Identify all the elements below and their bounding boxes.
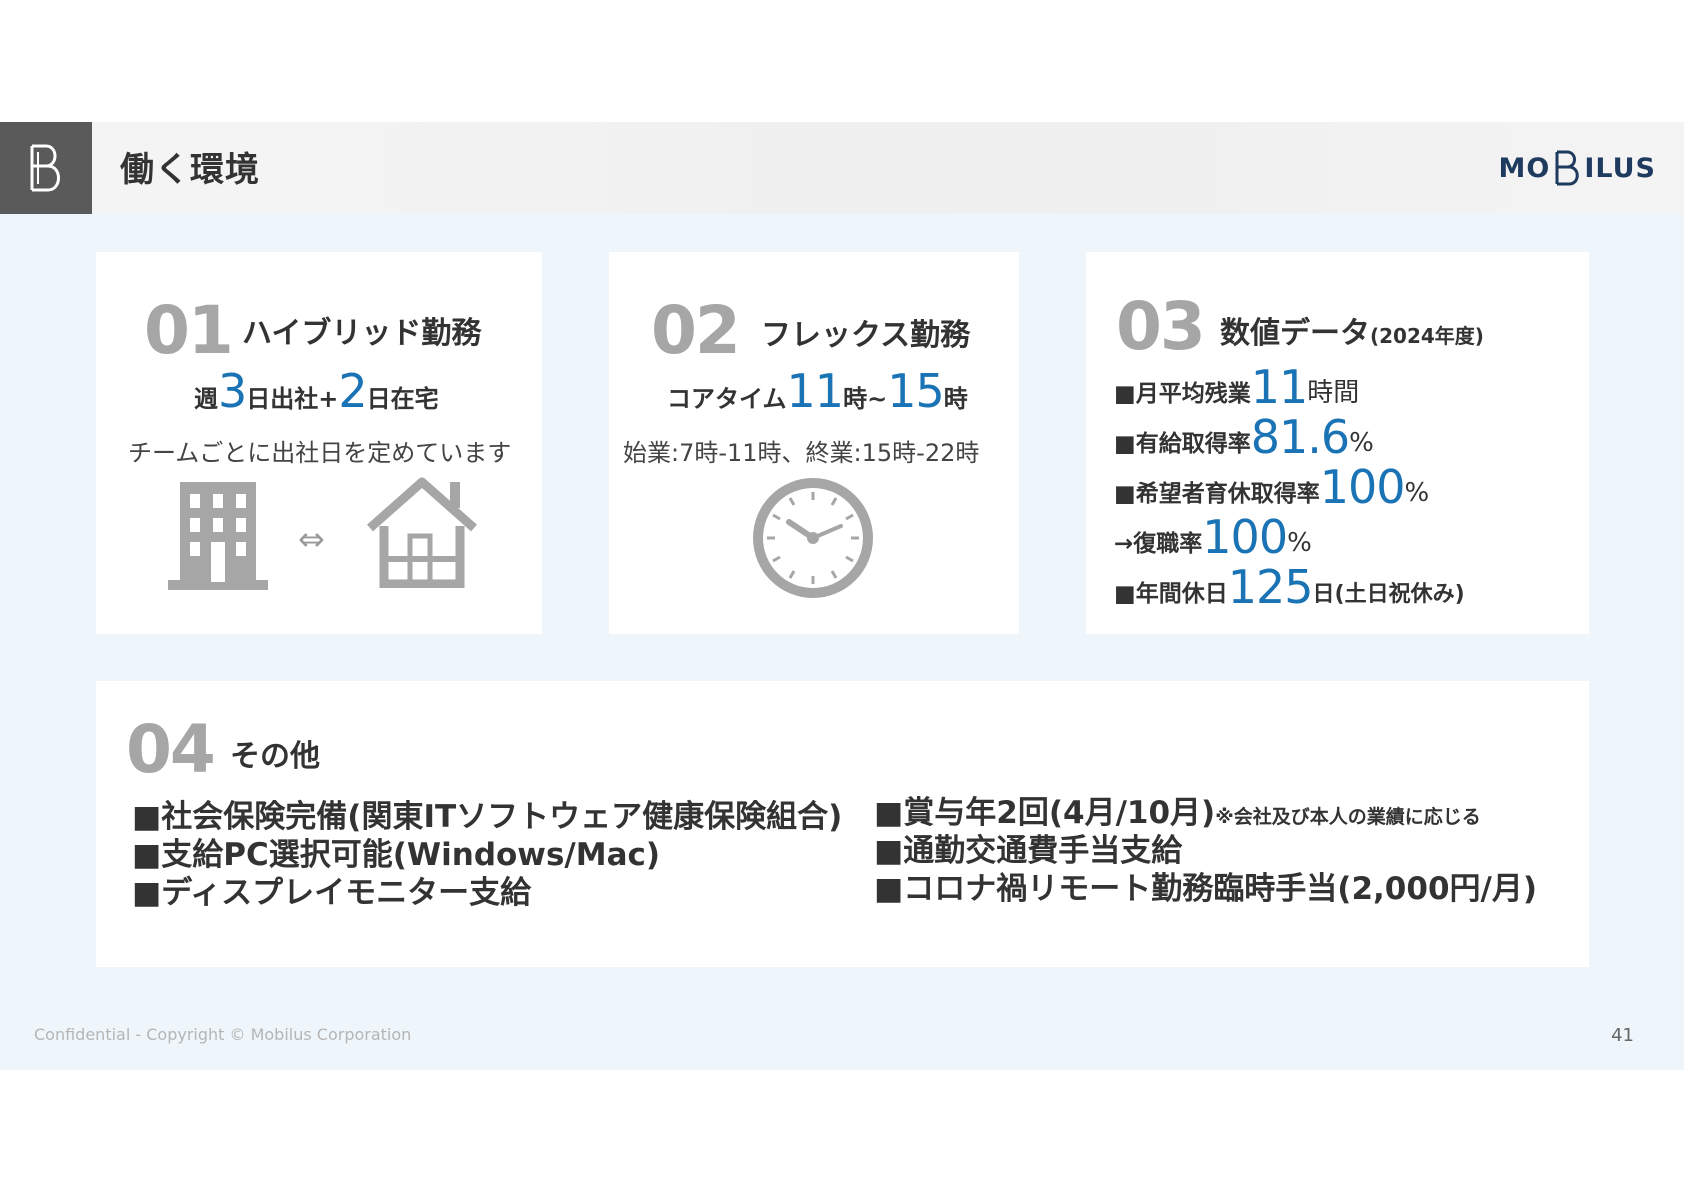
benefit-note: ※会社及び本人の業績に応じる bbox=[1215, 806, 1481, 828]
footer-copyright: Confidential - Copyright © Mobilus Corpo… bbox=[34, 1025, 412, 1044]
stat-return-rate: →復職率100% bbox=[1114, 510, 1312, 564]
value-core-start: 11 bbox=[786, 364, 845, 418]
card-flex-work: 02 フレックス勤務 コアタイム11時~15時 始業:7時-11時、終業:15時… bbox=[609, 252, 1019, 634]
value-office-days: 3 bbox=[218, 364, 247, 418]
value-home-days: 2 bbox=[338, 364, 367, 418]
page-title: 働く環境 bbox=[120, 150, 260, 190]
section-number: 03 bbox=[1116, 288, 1206, 365]
arrow-both-icon: ⇔ bbox=[298, 520, 325, 558]
mobilus-logo: MO ILUS bbox=[1499, 150, 1657, 186]
section-number: 04 bbox=[126, 711, 216, 788]
value-core-end: 15 bbox=[887, 364, 945, 418]
stat-value: 11 bbox=[1250, 360, 1309, 414]
brand-text-pre: MO bbox=[1498, 152, 1551, 184]
text-hour-tilde: 時~ bbox=[843, 385, 888, 413]
benefit-item: ■ディスプレイモニター支給 bbox=[132, 875, 532, 911]
stat-paid-leave: ■有給取得率81.6% bbox=[1114, 410, 1374, 464]
stat-unit: % bbox=[1349, 428, 1374, 458]
stat-label: ■月平均残業 bbox=[1114, 381, 1251, 407]
text-home: 日在宅 bbox=[366, 385, 439, 413]
page-number: 41 bbox=[1611, 1025, 1634, 1046]
card-others: 04 その他 ■社会保険完備(関東ITソフトウェア健康保険組合) ■支給PC選択… bbox=[96, 681, 1589, 967]
core-time: コアタイム11時~15時 bbox=[667, 364, 968, 418]
stat-annual-holidays: ■年間休日125日(土日祝休み) bbox=[1114, 560, 1465, 614]
office-building-icon bbox=[168, 482, 268, 590]
stat-unit: % bbox=[1287, 528, 1312, 558]
card-numerical-data: 03 数値データ(2024年度) ■月平均残業11時間 ■有給取得率81.6% … bbox=[1086, 252, 1589, 634]
brand-text-post: ILUS bbox=[1584, 152, 1656, 184]
text-office: 日出社+ bbox=[246, 385, 339, 413]
benefit-item: ■コロナ禍リモート勤務臨時手当(2,000円/月) bbox=[874, 871, 1538, 907]
hybrid-note: チームごとに出社日を定めています bbox=[128, 439, 512, 467]
stat-unit: % bbox=[1404, 478, 1430, 508]
section-heading: ハイブリッド勤務 bbox=[242, 316, 482, 351]
section-heading-year: (2024年度) bbox=[1370, 324, 1484, 348]
stat-value: 100 bbox=[1202, 510, 1288, 564]
stat-childcare-leave: ■希望者育休取得率100% bbox=[1114, 460, 1429, 514]
section-heading: 数値データ bbox=[1220, 316, 1370, 351]
text-week: 週 bbox=[194, 385, 218, 413]
brand-b-icon bbox=[1552, 150, 1582, 186]
stat-label: ■年間休日 bbox=[1114, 581, 1228, 607]
section-number: 02 bbox=[651, 292, 741, 369]
house-icon bbox=[367, 477, 477, 588]
section-heading: その他 bbox=[230, 739, 320, 774]
work-hours-note: 始業:7時-11時、終業:15時-22時 bbox=[623, 439, 980, 467]
stat-unit: 時間 bbox=[1307, 378, 1360, 408]
stat-value: 100 bbox=[1319, 460, 1406, 514]
stat-label: ■希望者育休取得率 bbox=[1114, 481, 1320, 507]
section-heading: フレックス勤務 bbox=[761, 318, 971, 353]
b-logo-icon bbox=[0, 122, 92, 214]
stat-label: ■有給取得率 bbox=[1114, 431, 1251, 457]
header-bar: 働く環境 MO ILUS bbox=[0, 122, 1684, 214]
card-hybrid-work: 01 ハイブリッド勤務 週3日出社+2日在宅 チームごとに出社日を定めています … bbox=[96, 252, 542, 634]
stat-value: 81.6 bbox=[1250, 410, 1350, 464]
stat-unit: 日(土日祝休み) bbox=[1312, 582, 1465, 607]
text-hour: 時 bbox=[943, 385, 968, 413]
stat-overtime: ■月平均残業11時間 bbox=[1114, 360, 1359, 414]
stat-label: →復職率 bbox=[1114, 531, 1203, 557]
section-number: 01 bbox=[144, 292, 234, 369]
text-core-time: コアタイム bbox=[667, 385, 787, 413]
stat-value: 125 bbox=[1227, 560, 1314, 614]
clock-icon bbox=[753, 478, 873, 598]
hybrid-schedule: 週3日出社+2日在宅 bbox=[194, 364, 439, 418]
section-heading-wrap: 数値データ(2024年度) bbox=[1220, 308, 1484, 352]
